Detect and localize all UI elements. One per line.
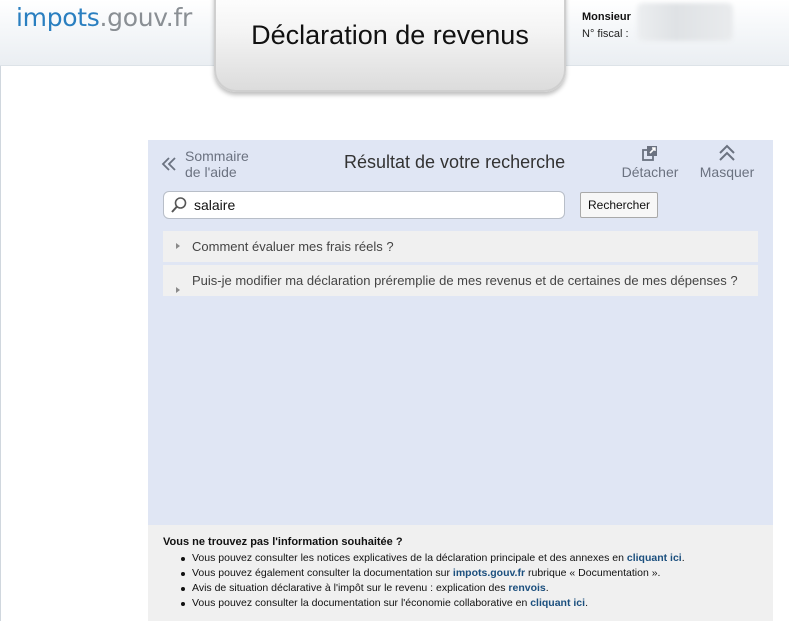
search-input[interactable] <box>194 195 554 215</box>
detach-label: Détacher <box>621 164 679 180</box>
external-window-icon <box>642 146 657 161</box>
help-footer: Vous ne trouvez pas l'information souhai… <box>148 525 773 621</box>
help-summary-label: Sommaire de l'aide <box>185 148 249 180</box>
logo-part-2: .gouv.fr <box>99 3 193 32</box>
result-text: Comment évaluer mes frais réels ? <box>192 239 394 254</box>
footer-item: Vous pouvez consulter les notices explic… <box>181 551 758 566</box>
footer-item-after: rubrique « Documentation ». <box>525 567 661 579</box>
caret-right-icon <box>176 243 180 249</box>
collaborative-economy-link[interactable]: cliquant ici <box>530 597 585 609</box>
renvois-link[interactable]: renvois <box>508 582 545 594</box>
site-logo[interactable]: impots.gouv.fr <box>16 3 192 32</box>
help-summary-line-1: Sommaire <box>185 148 249 164</box>
hide-label: Masquer <box>699 164 755 180</box>
footer-item: Vous pouvez consulter la documentation s… <box>181 596 758 611</box>
help-summary-line-2: de l'aide <box>185 164 237 180</box>
result-text: Puis-je modifier ma déclaration prérempl… <box>192 273 738 288</box>
logo-part-1: impots <box>16 3 100 32</box>
footer-item-after: . <box>681 552 685 564</box>
search-button[interactable]: Rechercher <box>580 192 658 218</box>
result-item[interactable]: Comment évaluer mes frais réels ? <box>163 231 758 262</box>
panel-title: Résultat de votre recherche <box>344 152 566 172</box>
page-title: Déclaration de revenus <box>251 20 529 50</box>
detach-button[interactable]: Détacher <box>620 143 680 180</box>
footer-list: Vous pouvez consulter les notices explic… <box>181 551 758 611</box>
footer-item-text: Avis de situation déclarative à l'impôt … <box>192 582 509 594</box>
notices-link[interactable]: cliquant ici <box>627 552 682 564</box>
footer-item-text: Vous pouvez consulter les notices explic… <box>192 552 627 564</box>
footer-item-text: Vous pouvez également consulter la docum… <box>192 567 453 579</box>
footer-item-text: Vous pouvez consulter la documentation s… <box>192 597 531 609</box>
help-summary-link[interactable]: Sommaire de l'aide <box>160 148 249 180</box>
left-divider <box>0 66 1 621</box>
user-name: Monsieur <box>582 11 631 23</box>
documentation-link[interactable]: impots.gouv.fr <box>453 567 525 579</box>
redacted-user-info <box>637 3 733 41</box>
footer-item-after: . <box>545 582 549 594</box>
results-list: Comment évaluer mes frais réels ? Puis-j… <box>163 231 758 299</box>
page-title-tab: Déclaration de revenus <box>214 0 566 92</box>
footer-item-after: . <box>585 597 588 609</box>
user-info: Monsieur N° fiscal : <box>582 9 631 43</box>
fiscal-number-label: N° fiscal : <box>582 28 629 40</box>
chevron-double-left-icon <box>161 157 176 171</box>
hide-button[interactable]: Masquer <box>697 143 757 180</box>
result-item[interactable]: Puis-je modifier ma déclaration prérempl… <box>163 265 758 296</box>
caret-right-icon <box>176 287 180 293</box>
footer-item: Avis de situation déclarative à l'impôt … <box>181 581 758 596</box>
chevron-double-up-icon <box>719 144 735 161</box>
footer-item: Vous pouvez également consulter la docum… <box>181 566 758 581</box>
magnifier-icon <box>171 197 187 213</box>
search-box <box>163 191 565 219</box>
footer-title: Vous ne trouvez pas l'information souhai… <box>163 536 403 548</box>
